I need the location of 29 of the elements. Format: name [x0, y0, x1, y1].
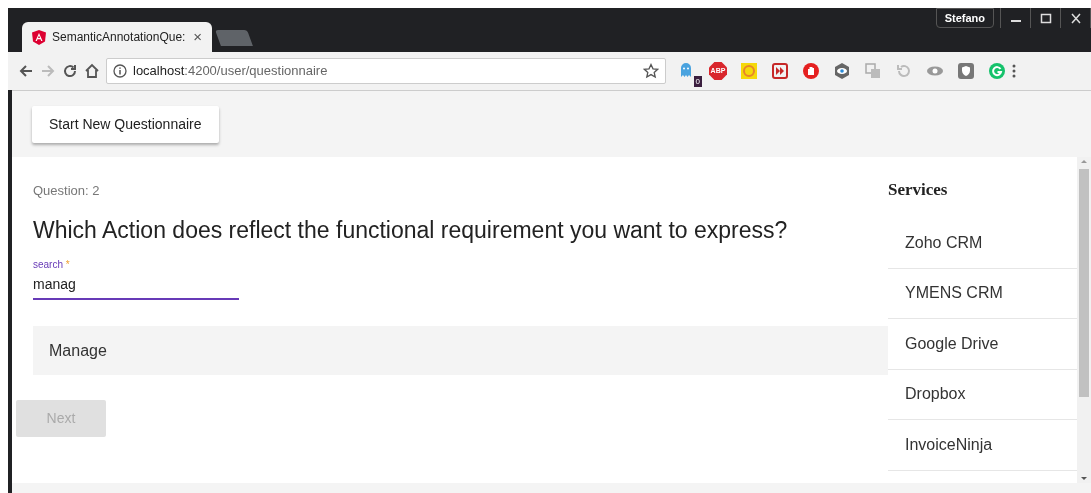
- tab-close-button[interactable]: ×: [193, 25, 202, 49]
- star-icon[interactable]: [643, 63, 659, 79]
- result-option[interactable]: Manage: [33, 326, 888, 375]
- start-questionnaire-button[interactable]: Start New Questionnaire: [32, 105, 219, 143]
- url-text: localhost:4200/user/questionnaire: [133, 62, 328, 81]
- info-icon: [113, 64, 127, 78]
- profile-name[interactable]: Stefano: [935, 8, 994, 28]
- home-icon[interactable]: [84, 63, 100, 79]
- extension-badge: 0: [693, 76, 702, 87]
- browser-tab[interactable]: SemanticAnnotationQue: ×: [22, 22, 212, 52]
- fast-forward-icon[interactable]: [771, 62, 789, 80]
- question-number: Question: 2: [33, 182, 101, 200]
- services-heading: Services: [888, 179, 949, 201]
- eye-icon[interactable]: [833, 62, 851, 80]
- angular-logo-icon: [32, 29, 46, 45]
- new-tab-button[interactable]: [215, 30, 253, 46]
- address-bar[interactable]: localhost:4200/user/questionnaire: [106, 58, 666, 84]
- menu-icon[interactable]: [1012, 63, 1016, 79]
- scroll-down-icon[interactable]: [1080, 475, 1088, 483]
- tab-title: SemanticAnnotationQue:: [52, 29, 186, 46]
- back-icon[interactable]: [18, 63, 34, 79]
- question-text: Which Action does reflect the functional requirement you want to express?: [33, 215, 789, 245]
- hand-icon[interactable]: [802, 62, 820, 80]
- search-label: search *: [33, 258, 71, 272]
- reload-icon[interactable]: [62, 63, 78, 79]
- shield-icon[interactable]: [957, 62, 975, 80]
- maximize-icon[interactable]: [1038, 11, 1053, 25]
- search-field[interactable]: manag: [33, 274, 239, 300]
- close-icon[interactable]: [1068, 11, 1083, 25]
